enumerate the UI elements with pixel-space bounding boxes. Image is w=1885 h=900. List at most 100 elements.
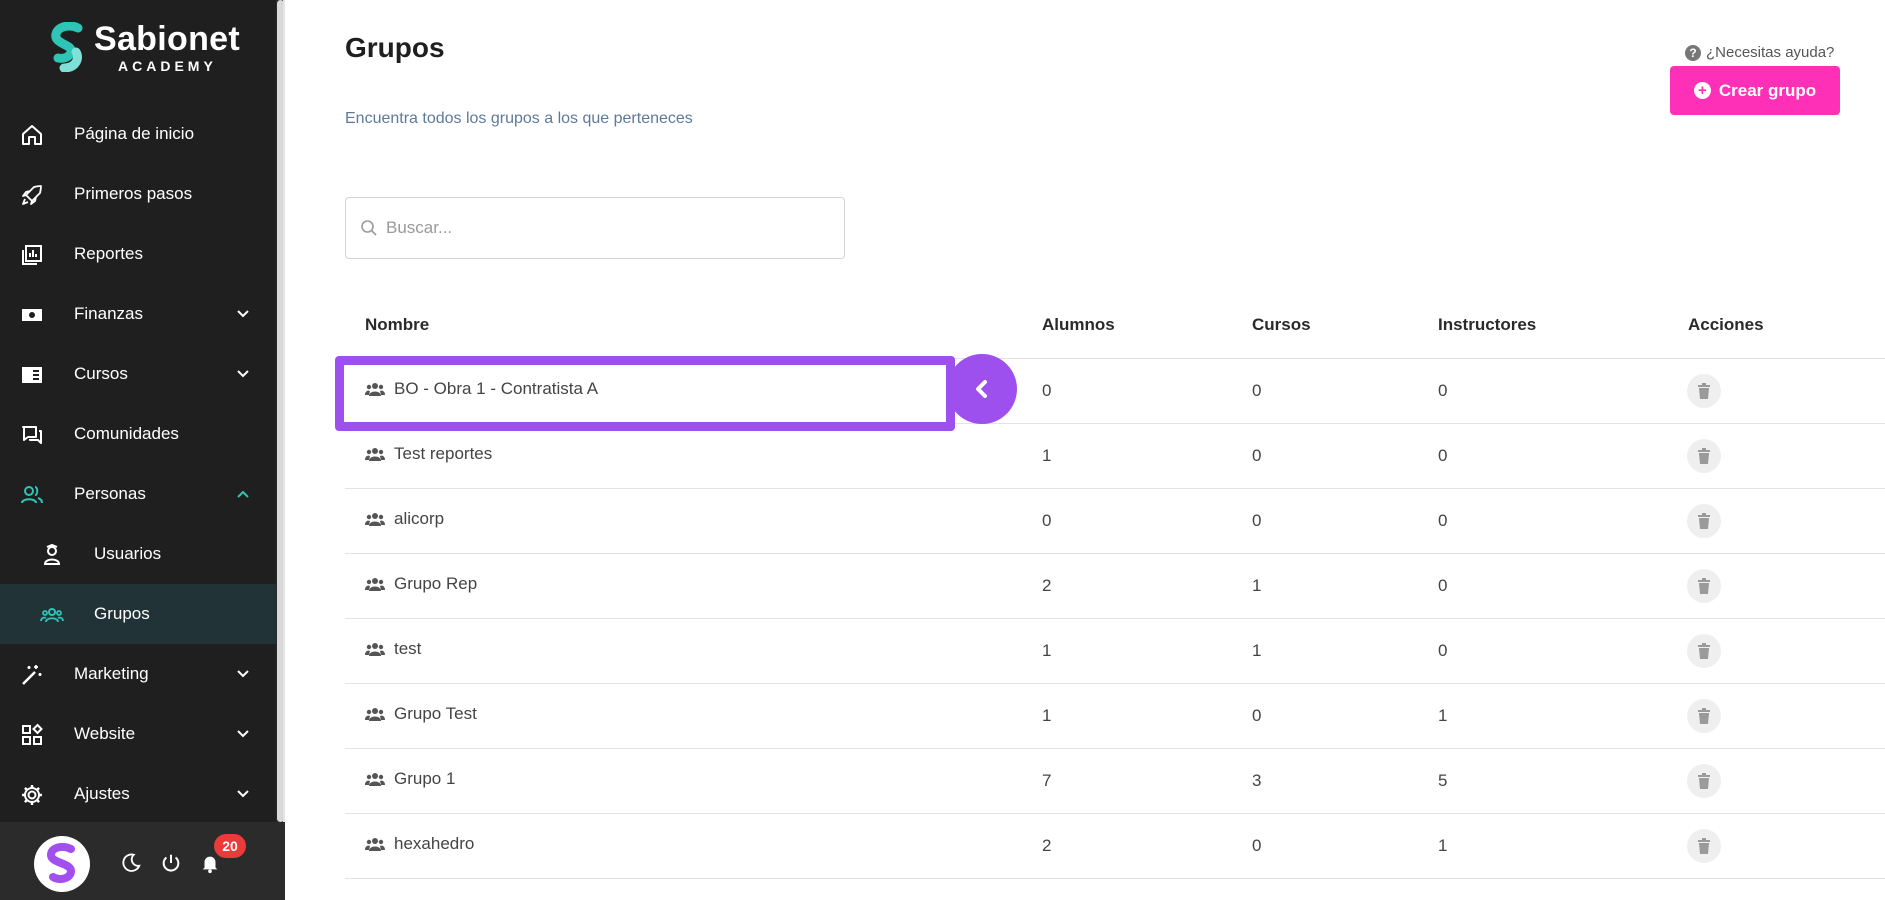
sidebar-footer: 20: [0, 822, 285, 900]
moon-icon[interactable]: [120, 852, 142, 874]
trash-icon: [1698, 513, 1710, 529]
table-row[interactable]: Grupo Test 1 0 1: [345, 684, 1885, 749]
group-icon: [365, 643, 385, 656]
delete-group-button[interactable]: [1687, 439, 1721, 473]
sidebar-item-label: Grupos: [94, 604, 150, 623]
create-group-button[interactable]: + Crear grupo: [1670, 66, 1840, 115]
main-content: Grupos Encuentra todos los grupos a los …: [285, 0, 1885, 900]
sidebar-item-label: Comunidades: [74, 424, 179, 443]
sidebar-item-finanzas[interactable]: Finanzas: [0, 284, 276, 344]
group-icon: [365, 773, 385, 786]
table-row[interactable]: alicorp 0 0 0: [345, 489, 1885, 554]
column-header-cursos[interactable]: Cursos: [1252, 315, 1311, 335]
delete-group-button[interactable]: [1687, 569, 1721, 603]
group-name-cell[interactable]: hexahedro: [365, 834, 474, 854]
cursos-cell: 3: [1252, 771, 1262, 790]
sidebar-item-label: Usuarios: [94, 544, 162, 563]
plus-circle-icon: +: [1693, 82, 1711, 99]
sidebar-item-usuarios[interactable]: Usuarios: [0, 524, 276, 584]
table-row[interactable]: BO - Obra 1 - Contratista A 0 0 0: [345, 359, 1885, 424]
create-group-label: Crear grupo: [1718, 80, 1817, 100]
group-icon: [365, 838, 385, 851]
column-header-instructores[interactable]: Instructores: [1438, 315, 1536, 335]
people-icon: [21, 486, 43, 504]
power-icon[interactable]: [160, 852, 182, 874]
search-box: [345, 197, 845, 259]
group-name-cell[interactable]: Grupo Rep: [365, 574, 477, 594]
group-name-cell[interactable]: BO - Obra 1 - Contratista A: [365, 379, 598, 399]
table-row[interactable]: Grupo Rep 2 1 0: [345, 554, 1885, 619]
trash-icon: [1698, 643, 1710, 659]
user-avatar-logo-icon: [46, 843, 76, 883]
table-row[interactable]: Test reportes 1 0 0: [345, 424, 1885, 489]
cursos-cell: 1: [1252, 641, 1262, 660]
group-name: Test reportes: [394, 444, 493, 463]
user-tie-icon: [43, 543, 61, 565]
column-header-nombre[interactable]: Nombre: [365, 315, 429, 335]
sidebar-item-inicio[interactable]: Página de inicio: [0, 104, 276, 164]
delete-group-button[interactable]: [1687, 634, 1721, 668]
alumnos-cell: 0: [1042, 511, 1052, 530]
help-link[interactable]: ? ¿Necesitas ayuda?: [1685, 44, 1834, 61]
table-row[interactable]: Grupo 1 7 3 5: [345, 749, 1885, 814]
group-name-cell[interactable]: test: [365, 639, 421, 659]
group-name: Grupo Rep: [394, 574, 478, 593]
chevron-down-icon: [237, 730, 249, 738]
sidebar-item-label: Primeros pasos: [74, 184, 193, 203]
rocket-icon: [22, 185, 42, 205]
collapse-pointer-button[interactable]: [947, 354, 1017, 424]
cursos-cell: 1: [1252, 576, 1262, 595]
brand-logo[interactable]: Sabionet ACADEMY: [48, 20, 248, 76]
instructores-cell: 0: [1438, 446, 1448, 465]
delete-group-button[interactable]: [1687, 374, 1721, 408]
help-label: ¿Necesitas ayuda?: [1706, 44, 1835, 61]
sidebar-item-website[interactable]: Website: [0, 704, 276, 764]
group-icon: [365, 448, 385, 461]
sidebar-item-comunidades[interactable]: Comunidades: [0, 404, 276, 464]
table-row[interactable]: hexahedro 2 0 1: [345, 814, 1885, 879]
instructores-cell: 1: [1438, 706, 1448, 725]
table-header: Nombre Alumnos Cursos Instructores Accio…: [345, 300, 1885, 359]
sidebar-item-marketing[interactable]: Marketing: [0, 644, 276, 704]
alumnos-cell: 1: [1042, 641, 1052, 660]
trash-icon: [1698, 383, 1710, 399]
group-name: alicorp: [394, 509, 445, 528]
sidebar-item-grupos[interactable]: Grupos: [0, 584, 276, 644]
delete-group-button[interactable]: [1687, 829, 1721, 863]
gear-icon: [22, 785, 42, 805]
sidebar-nav: Página de inicio Primeros pasos Reportes…: [0, 104, 276, 824]
chat-icon: [22, 426, 42, 444]
search-input[interactable]: [386, 218, 826, 238]
chevron-down-icon: [237, 790, 249, 798]
alumnos-cell: 7: [1042, 771, 1052, 790]
sidebar-item-reportes[interactable]: Reportes: [0, 224, 276, 284]
alumnos-cell: 0: [1042, 381, 1052, 400]
group-name-cell[interactable]: Test reportes: [365, 444, 492, 464]
cursos-cell: 0: [1252, 706, 1262, 725]
sidebar-item-label: Personas: [74, 484, 146, 503]
delete-group-button[interactable]: [1687, 504, 1721, 538]
sidebar-item-label: Página de inicio: [74, 124, 195, 143]
instructores-cell: 0: [1438, 511, 1448, 530]
trash-icon: [1698, 773, 1710, 789]
chevron-down-icon: [237, 670, 249, 678]
avatar[interactable]: [34, 836, 90, 892]
table-row[interactable]: test 1 1 0: [345, 619, 1885, 684]
chevron-left-icon: [976, 380, 987, 398]
sidebar-item-primeros-pasos[interactable]: Primeros pasos: [0, 164, 276, 224]
page-subtitle: Encuentra todos los grupos a los que per…: [345, 110, 693, 127]
sidebar-item-personas[interactable]: Personas: [0, 464, 276, 524]
groups-table: Nombre Alumnos Cursos Instructores Accio…: [345, 300, 1885, 879]
group-name-cell[interactable]: Grupo 1: [365, 769, 455, 789]
sidebar-item-cursos[interactable]: Cursos: [0, 344, 276, 404]
alumnos-cell: 1: [1042, 446, 1052, 465]
chevron-up-icon: [237, 490, 249, 498]
group-name-cell[interactable]: Grupo Test: [365, 704, 477, 724]
cursos-cell: 0: [1252, 836, 1262, 855]
delete-group-button[interactable]: [1687, 764, 1721, 798]
group-name-cell[interactable]: alicorp: [365, 509, 444, 529]
delete-group-button[interactable]: [1687, 699, 1721, 733]
sidebar-item-ajustes[interactable]: Ajustes: [0, 764, 276, 824]
instructores-cell: 0: [1438, 576, 1448, 595]
column-header-alumnos[interactable]: Alumnos: [1042, 315, 1115, 335]
